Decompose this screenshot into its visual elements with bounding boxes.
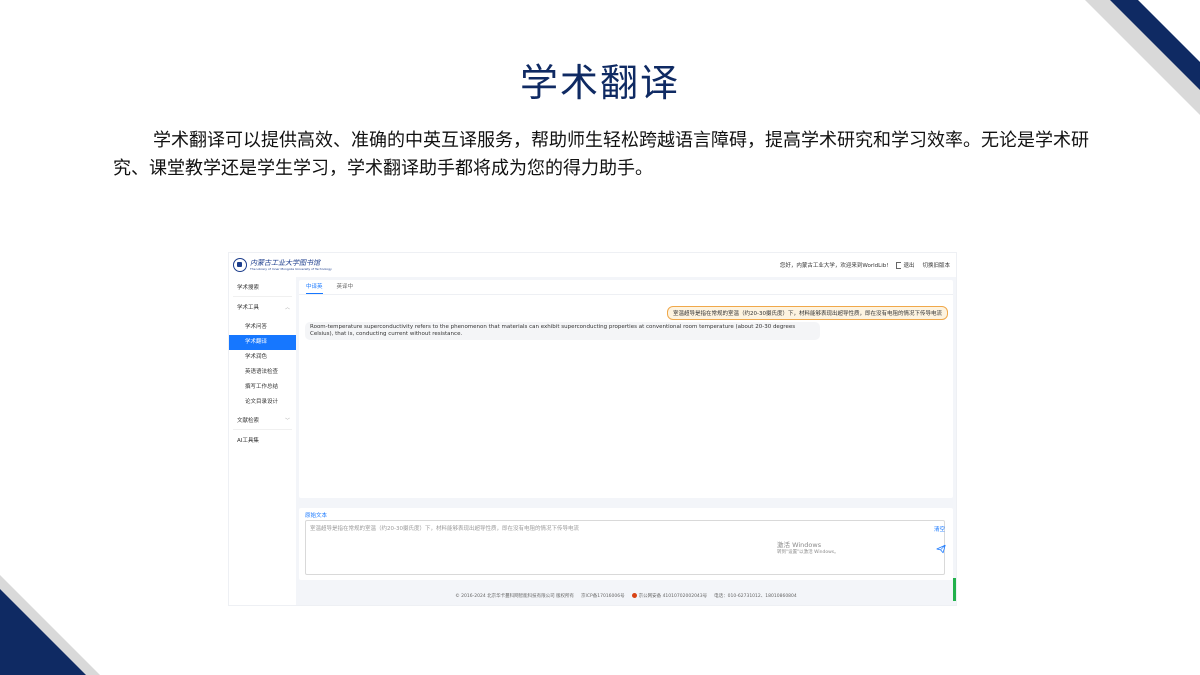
logo-chinese-name: 内蒙古工业大学图书馆 xyxy=(250,259,320,267)
sidebar-item-label: 学术翻译 xyxy=(245,339,268,345)
sidebar-item-ai-tools[interactable]: AI工具集 xyxy=(229,434,296,449)
app-screenshot: 内蒙古工业大学图书馆 The Library of Inner Mongolia… xyxy=(228,252,957,606)
windows-activation-watermark: 激活 Windows 转到"设置"以激活 Windows。 xyxy=(777,542,839,556)
watermark-line-1: 激活 Windows xyxy=(777,541,822,549)
slide-title: 学术翻译 xyxy=(519,61,680,105)
sidebar-item-thesis-outline[interactable]: 论文目录设计 xyxy=(229,395,296,410)
footer-copyright: © 2016-2024 北京华卡蔓科网智能科技有限公司 版权所有 xyxy=(455,594,575,599)
clear-button[interactable]: 清空 xyxy=(934,525,945,533)
app-header: 内蒙古工业大学图书馆 The Library of Inner Mongolia… xyxy=(229,253,956,277)
source-text-input[interactable]: 室温超导是指在常规的室温（约20-30摄氏度）下，材料能够表现出超导性质，即在没… xyxy=(305,520,945,575)
logout-icon xyxy=(896,261,902,269)
sidebar-item-label: 文献检索 xyxy=(237,418,260,424)
sidebar-item-label: AI工具集 xyxy=(237,438,259,444)
library-emblem-icon xyxy=(233,258,247,272)
sidebar-item-label: 学术搜索 xyxy=(237,285,260,291)
sidebar-item-label: 学术问答 xyxy=(245,324,268,330)
source-text-label: 原始文本 xyxy=(305,513,328,519)
translation-result-bubble: Room-temperature superconductivity refer… xyxy=(305,322,820,340)
footer-phone: 电话：010-62731012、18010860804 xyxy=(714,594,797,599)
sidebar-item-label: 英语语法检查 xyxy=(245,369,279,375)
footer: © 2016-2024 北京华卡蔓科网智能科技有限公司 版权所有 京ICP备17… xyxy=(299,587,953,605)
logout-label: 退出 xyxy=(903,263,915,269)
tab-zh-to-en[interactable]: 中译英 xyxy=(306,280,323,294)
sidebar-item-academic-tools[interactable]: 学术工具 ︿ xyxy=(229,301,296,316)
tab-en-to-zh[interactable]: 英译中 xyxy=(337,280,354,294)
sidebar-item-academic-polish[interactable]: 学术润色 xyxy=(229,350,296,365)
scrollbar-thumb[interactable] xyxy=(953,578,956,601)
switch-version-link[interactable]: 切换旧版本 xyxy=(922,261,950,269)
chevron-down-icon: ﹀ xyxy=(284,418,290,424)
footer-police-record[interactable]: 京公网安备 41010702002043号 xyxy=(631,593,708,599)
sidebar-item-literature-search[interactable]: 文献检索 ﹀ xyxy=(229,414,296,429)
send-icon[interactable] xyxy=(936,544,946,554)
greeting-text: 您好，内蒙古工业大学，欢迎来到WorldLib! xyxy=(779,263,889,269)
watermark-line-2: 转到"设置"以激活 Windows。 xyxy=(777,550,839,555)
logo-english-name: The Library of Inner Mongolia University… xyxy=(250,267,332,271)
user-message-bubble: 室温超导是指在常规的室温（约20-30摄氏度）下，材料能够表现出超导性质，即在没… xyxy=(667,306,948,320)
sidebar-item-grammar-check[interactable]: 英语语法检查 xyxy=(229,365,296,380)
logo-text: 内蒙古工业大学图书馆 The Library of Inner Mongolia… xyxy=(250,259,332,271)
sidebar-item-academic-search[interactable]: 学术搜索 xyxy=(229,281,296,296)
sidebar-item-label: 学术润色 xyxy=(245,354,268,360)
chevron-up-icon: ︿ xyxy=(284,305,290,311)
translation-direction-tabs: 中译英 英译中 xyxy=(299,280,953,295)
sidebar: 学术搜索 学术工具 ︿ 学术问答 学术翻译 学术润色 英语语法检查 撰写工作总结 … xyxy=(229,277,296,605)
footer-icp-link[interactable]: 京ICP备17016006号 xyxy=(581,593,625,599)
logout-button[interactable]: 退出 xyxy=(896,261,914,269)
corner-decoration-bottom-navy xyxy=(0,589,86,675)
sidebar-item-academic-qa[interactable]: 学术问答 xyxy=(229,320,296,335)
police-badge-icon xyxy=(631,593,637,598)
sidebar-item-label: 学术工具 xyxy=(237,305,260,311)
input-panel: 原始文本 室温超导是指在常规的室温（约20-30摄氏度）下，材料能够表现出超导性… xyxy=(299,508,953,580)
footer-police-text: 京公网安备 41010702002043号 xyxy=(638,594,708,599)
main-content: 中译英 英译中 室温超导是指在常规的室温（约20-30摄氏度）下，材料能够表现出… xyxy=(299,280,953,602)
slide-description: 学术翻译可以提供高效、准确的中英互译服务，帮助师生轻松跨越语言障碍，提高学术研究… xyxy=(113,130,1089,179)
header-actions: 您好，内蒙古工业大学，欢迎来到WorldLib! 退出 切换旧版本 xyxy=(780,261,950,269)
sidebar-item-label: 撰写工作总结 xyxy=(245,384,279,390)
library-logo[interactable]: 内蒙古工业大学图书馆 The Library of Inner Mongolia… xyxy=(233,257,332,273)
sidebar-item-work-summary[interactable]: 撰写工作总结 xyxy=(229,380,296,395)
sidebar-item-academic-translation[interactable]: 学术翻译 xyxy=(229,335,296,350)
conversation-panel: 中译英 英译中 室温超导是指在常规的室温（约20-30摄氏度）下，材料能够表现出… xyxy=(299,280,953,498)
sidebar-item-label: 论文目录设计 xyxy=(245,399,279,405)
